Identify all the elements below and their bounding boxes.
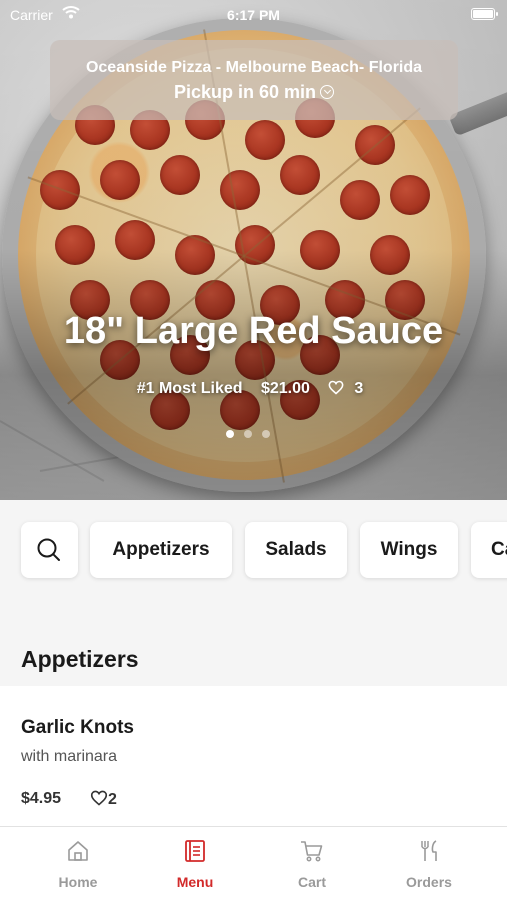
carousel-dot[interactable]	[226, 430, 234, 438]
tab-orders-label: Orders	[406, 874, 452, 890]
featured-price: $21.00	[260, 380, 310, 397]
heart-icon	[328, 380, 344, 395]
category-salads[interactable]: Salads	[245, 522, 347, 578]
clock: 6:17 PM	[227, 7, 280, 23]
featured-title: 18" Large Red Sauce	[63, 310, 444, 352]
category-next[interactable]: Ca	[471, 522, 507, 578]
cart-icon	[301, 841, 323, 862]
chevron-down-icon	[320, 85, 335, 99]
featured-meta: #1 Most Liked $21.00 3	[0, 380, 507, 398]
menu-item[interactable]: Garlic Knots with marinara $4.95 2	[0, 686, 507, 826]
featured-rank: #1 Most Liked	[136, 380, 243, 397]
store-selector[interactable]: Oceanside Pizza - Melbourne Beach- Flori…	[50, 40, 458, 120]
heart-icon	[90, 790, 108, 806]
pickup-label: Pickup in 60 min	[173, 82, 317, 102]
item-likes[interactable]: 2	[90, 790, 117, 809]
tab-menu[interactable]: Menu	[132, 827, 258, 900]
item-description: with marinara	[21, 748, 118, 765]
menu-icon	[185, 840, 205, 862]
tab-orders[interactable]: Orders	[366, 827, 492, 900]
tab-cart[interactable]: Cart	[249, 827, 375, 900]
search-button[interactable]	[21, 522, 78, 578]
category-bar[interactable]: Appetizers Salads Wings Ca	[0, 500, 507, 600]
fork-knife-icon	[421, 840, 437, 861]
category-wings[interactable]: Wings	[360, 522, 458, 578]
pickup-time[interactable]: Pickup in 60 min	[50, 82, 458, 103]
tab-cart-label: Cart	[297, 874, 326, 890]
store-name: Oceanside Pizza - Melbourne Beach- Flori…	[85, 59, 423, 76]
carousel-dots[interactable]	[224, 430, 284, 440]
tab-home[interactable]: Home	[15, 827, 141, 900]
home-icon	[68, 841, 88, 861]
section-title: Appetizers	[21, 646, 139, 672]
category-appetizers[interactable]: Appetizers	[90, 522, 232, 578]
battery-icon	[471, 8, 498, 20]
item-likes-count: 2	[108, 791, 117, 808]
item-name: Garlic Knots	[21, 717, 134, 738]
search-icon	[37, 538, 60, 561]
featured-likes[interactable]: 3	[328, 380, 370, 397]
tab-home-label: Home	[58, 874, 98, 890]
tab-menu-label: Menu	[176, 874, 214, 890]
status-bar: Carrier 6:17 PM	[0, 0, 507, 30]
tab-bar[interactable]: Home Menu Cart Orders	[0, 826, 507, 900]
item-price: $4.95	[21, 790, 62, 807]
carousel-dot[interactable]	[262, 430, 270, 438]
carousel-dot[interactable]	[244, 430, 252, 438]
featured-likes-count: 3	[354, 380, 364, 397]
